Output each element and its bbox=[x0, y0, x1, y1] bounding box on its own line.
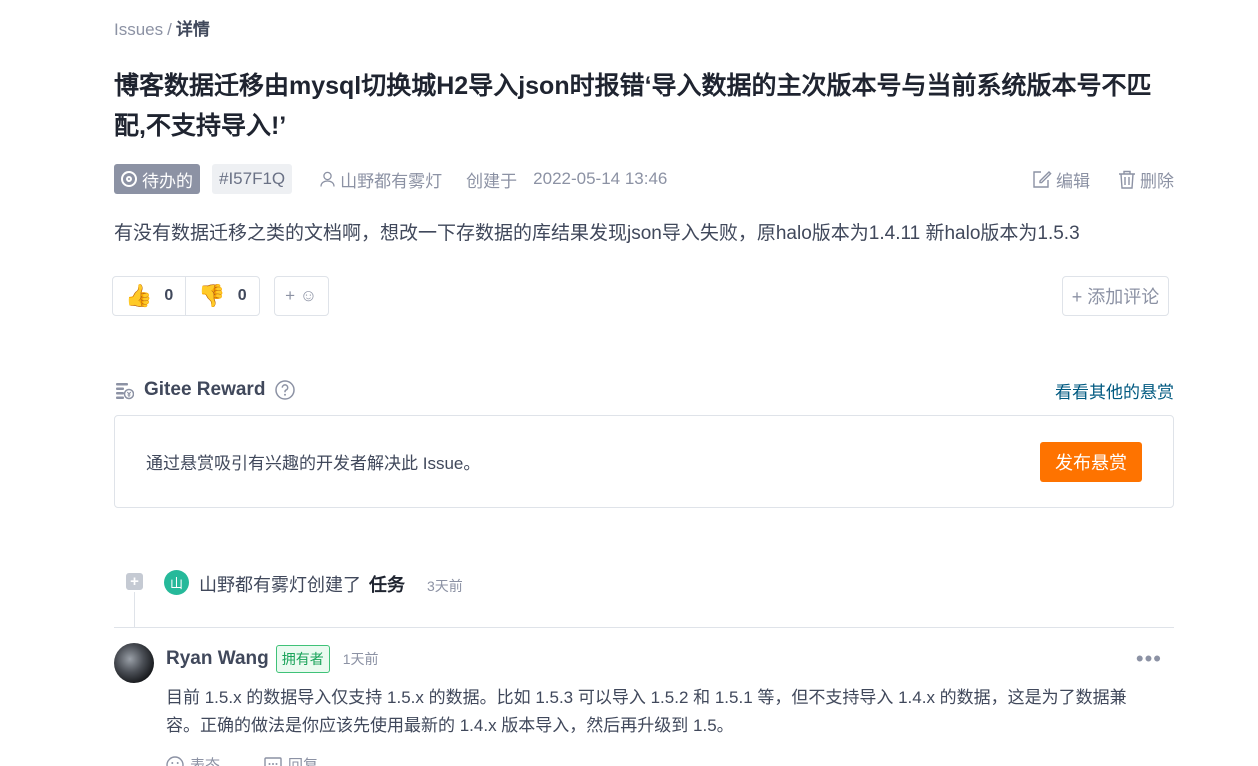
reply-button[interactable]: 回复 bbox=[264, 754, 340, 766]
divider bbox=[114, 627, 1174, 628]
issue-id-badge[interactable]: #I57F1Q bbox=[212, 164, 293, 194]
delete-label: 删除 bbox=[1140, 171, 1174, 191]
timeline-line bbox=[134, 592, 135, 628]
comment-author[interactable]: Ryan Wang bbox=[166, 648, 269, 670]
breadcrumb-current: 详情 bbox=[175, 20, 210, 39]
comment-actions: 表态 回复 bbox=[166, 754, 362, 766]
reply-label: 回复 bbox=[288, 757, 319, 766]
user-icon bbox=[320, 171, 335, 187]
reaction-bar: 👍 0 👎 0 + ☺ bbox=[112, 276, 329, 316]
created-time: 2022-05-14 13:46 bbox=[533, 169, 668, 188]
status-badge[interactable]: 待办的 bbox=[114, 164, 200, 194]
timeline-event-time: 3天前 bbox=[427, 578, 463, 594]
help-icon[interactable] bbox=[275, 380, 296, 400]
status-circle-icon bbox=[121, 171, 137, 187]
plus-square-icon: + bbox=[126, 573, 143, 590]
reward-box: 通过悬赏吸引有兴趣的开发者解决此 Issue。 发布悬赏 bbox=[114, 415, 1174, 508]
breadcrumb-issues-link[interactable]: Issues bbox=[114, 20, 163, 39]
comment-body: 目前 1.5.x 的数据导入仅支持 1.5.x 的数据。比如 1.5.3 可以导… bbox=[166, 688, 1127, 735]
other-rewards-link[interactable]: 看看其他的悬赏 bbox=[1055, 378, 1174, 403]
edit-label: 编辑 bbox=[1056, 171, 1090, 191]
reward-icon bbox=[116, 383, 134, 400]
avatar[interactable] bbox=[114, 643, 154, 683]
comment-header: Ryan Wang 拥有者 1天前 ••• bbox=[166, 644, 1174, 674]
issue-description: 有没有数据迁移之类的文档啊，想改一下存数据的库结果发现json导入失败，原hal… bbox=[114, 223, 1080, 244]
breadcrumb: Issues / 详情 bbox=[114, 15, 210, 40]
author-name: 山野都有雾灯 bbox=[340, 171, 443, 191]
more-options-icon[interactable]: ••• bbox=[1136, 648, 1162, 670]
add-emoji-button[interactable]: + ☺ bbox=[273, 276, 329, 316]
timeline-event-text: 山野都有雾灯创建了 bbox=[199, 575, 361, 595]
thumbs-down-button[interactable]: 👎 0 bbox=[185, 277, 258, 315]
reward-title: Gitee Reward bbox=[144, 379, 266, 400]
issue-author[interactable]: 山野都有雾灯 bbox=[320, 167, 442, 192]
edit-icon bbox=[1033, 170, 1052, 188]
thumbs-up-icon: 👍 bbox=[125, 283, 153, 308]
timeline-event: 山野都有雾灯创建了 任务 3天前 bbox=[199, 571, 463, 597]
thumbs-up-button[interactable]: 👍 0 bbox=[113, 277, 185, 315]
react-label: 表态 bbox=[190, 757, 221, 766]
issue-meta: 待办的 #I57F1Q 山野都有雾灯 创建于 2022-05-14 13:46 … bbox=[114, 164, 1174, 194]
thumbs-up-count: 0 bbox=[164, 287, 174, 304]
trash-icon bbox=[1119, 170, 1135, 189]
owner-badge: 拥有者 bbox=[275, 645, 330, 673]
issue-detail-page: Issues / 详情 博客数据迁移由mysql切换城H2导入json时报错‘导入数… bbox=[0, 0, 1258, 766]
react-button[interactable]: 表态 bbox=[166, 754, 242, 766]
edit-button[interactable]: 编辑 bbox=[1032, 167, 1090, 192]
timeline-event-type: 任务 bbox=[369, 575, 405, 595]
issue-actions: 编辑 删除 bbox=[1004, 167, 1174, 192]
smile-icon bbox=[166, 755, 184, 766]
reward-text: 通过悬赏吸引有兴趣的开发者解决此 Issue。 bbox=[146, 454, 481, 473]
reward-header: Gitee Reward 看看其他的悬赏 bbox=[114, 376, 1174, 404]
publish-reward-button[interactable]: 发布悬赏 bbox=[1040, 441, 1142, 482]
timeline-avatar[interactable]: 山 bbox=[164, 570, 189, 595]
status-label: 待办的 bbox=[142, 171, 193, 191]
created-label: 创建于 bbox=[466, 171, 518, 191]
thumbs-down-icon: 👎 bbox=[198, 283, 226, 308]
comment-time: 1天前 bbox=[342, 651, 379, 667]
add-comment-button[interactable]: + 添加评论 bbox=[1062, 276, 1169, 316]
breadcrumb-separator: / bbox=[167, 20, 172, 39]
issue-title: 博客数据迁移由mysql切换城H2导入json时报错‘导入数据的主次版本号与当前… bbox=[114, 72, 1152, 140]
reply-icon bbox=[264, 756, 282, 766]
thumbs-down-count: 0 bbox=[237, 287, 247, 304]
vote-group: 👍 0 👎 0 bbox=[112, 276, 260, 316]
delete-button[interactable]: 删除 bbox=[1118, 167, 1174, 192]
